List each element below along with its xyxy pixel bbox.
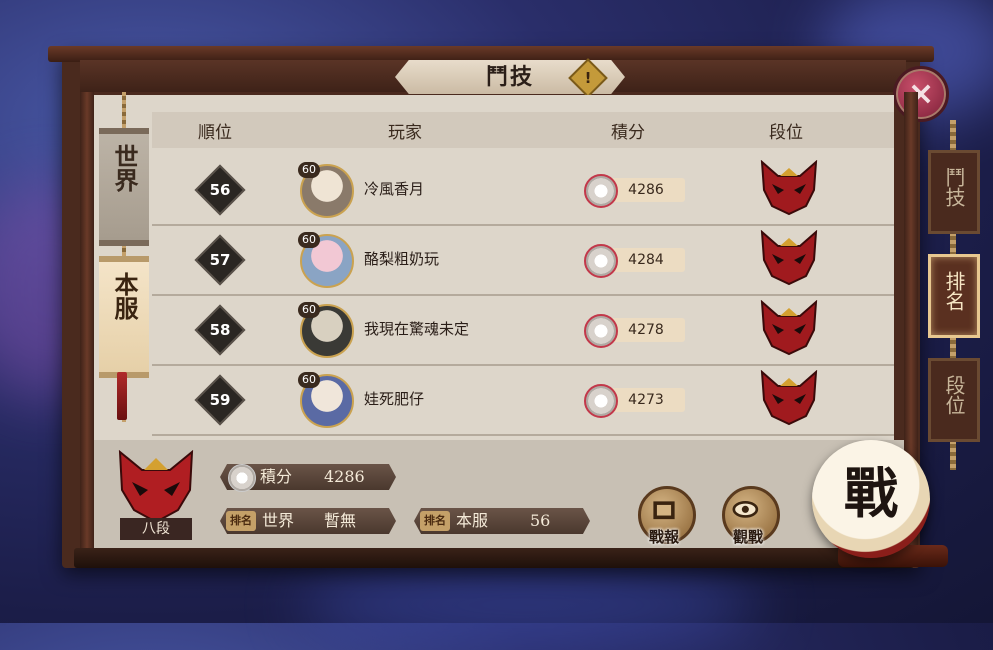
tab-duel-label: 鬥技 xyxy=(942,167,966,207)
tab-duel[interactable]: 鬥技 xyxy=(928,150,980,234)
world-rank-label: 世界 xyxy=(262,511,295,530)
score-value: 4286 xyxy=(628,182,664,198)
watch-battle-label: 觀戰 xyxy=(732,528,763,546)
table-row[interactable]: 59 60 娃死肥仔 4273 xyxy=(152,366,894,436)
avatar-level: 60 xyxy=(298,302,320,318)
tab-tier-label: 段位 xyxy=(942,375,966,415)
avatar-level: 60 xyxy=(298,232,320,248)
close-button[interactable]: × xyxy=(893,66,949,122)
my-score-value: 4286 xyxy=(324,467,365,486)
tab-server[interactable]: 本服 xyxy=(99,256,149,378)
fox-mask-tier-icon xyxy=(760,230,818,286)
server-rank-label: 本服 xyxy=(456,511,489,530)
player-name: 酪梨粗奶玩 xyxy=(364,250,440,268)
col-score: 積分 xyxy=(611,123,645,143)
server-rank-value: 56 xyxy=(530,511,551,530)
server-rank-badge: 排名 xyxy=(420,511,450,531)
rank-number: 59 xyxy=(209,391,231,409)
player-name: 我現在驚魂未定 xyxy=(364,320,470,338)
tab-server-label: 本服 xyxy=(110,272,139,320)
world-rank-badge: 排名 xyxy=(226,511,256,531)
col-rank: 順位 xyxy=(198,123,232,143)
fox-mask-tier-icon xyxy=(760,300,818,356)
my-fox-mask-tier-icon xyxy=(118,450,194,524)
tassel xyxy=(117,372,127,420)
tab-world[interactable]: 世界 xyxy=(99,128,149,246)
fox-mask-tier-icon xyxy=(760,160,818,216)
world-rank-value: 暫無 xyxy=(324,511,357,530)
fox-mask-tier-icon xyxy=(760,370,818,426)
avatar-level: 60 xyxy=(298,162,320,178)
left-rail xyxy=(80,92,94,548)
tab-ranking-label: 排名 xyxy=(942,271,966,311)
my-tier-label: 八段 xyxy=(120,518,192,540)
rank-number: 56 xyxy=(209,181,231,199)
table-row[interactable]: 56 60 冷風香月 4286 xyxy=(152,156,894,226)
avatar-level: 60 xyxy=(298,372,320,388)
rank-number: 58 xyxy=(209,321,231,339)
table-row[interactable]: 58 60 我現在驚魂未定 4278 xyxy=(152,296,894,366)
sakura-score-icon xyxy=(228,464,256,492)
tab-tier[interactable]: 段位 xyxy=(928,358,980,442)
rank-number: 57 xyxy=(209,251,231,269)
score-value: 4284 xyxy=(628,252,664,268)
col-player: 玩家 xyxy=(388,123,422,143)
tab-world-label: 世界 xyxy=(110,144,139,192)
score-value: 4278 xyxy=(628,322,664,338)
fight-button-label: 戰 xyxy=(844,461,898,525)
score-value: 4273 xyxy=(628,392,664,408)
player-name: 冷風香月 xyxy=(364,180,425,198)
window-bottom-beam xyxy=(74,548,914,568)
tab-ranking[interactable]: 排名 xyxy=(928,254,980,338)
col-tier: 段位 xyxy=(769,123,803,143)
player-name: 娃死肥仔 xyxy=(364,390,425,408)
my-score-label: 積分 xyxy=(260,467,293,486)
battle-report-label: 戰報 xyxy=(648,528,679,546)
table-row[interactable]: 57 60 酪梨粗奶玩 4284 xyxy=(152,226,894,296)
